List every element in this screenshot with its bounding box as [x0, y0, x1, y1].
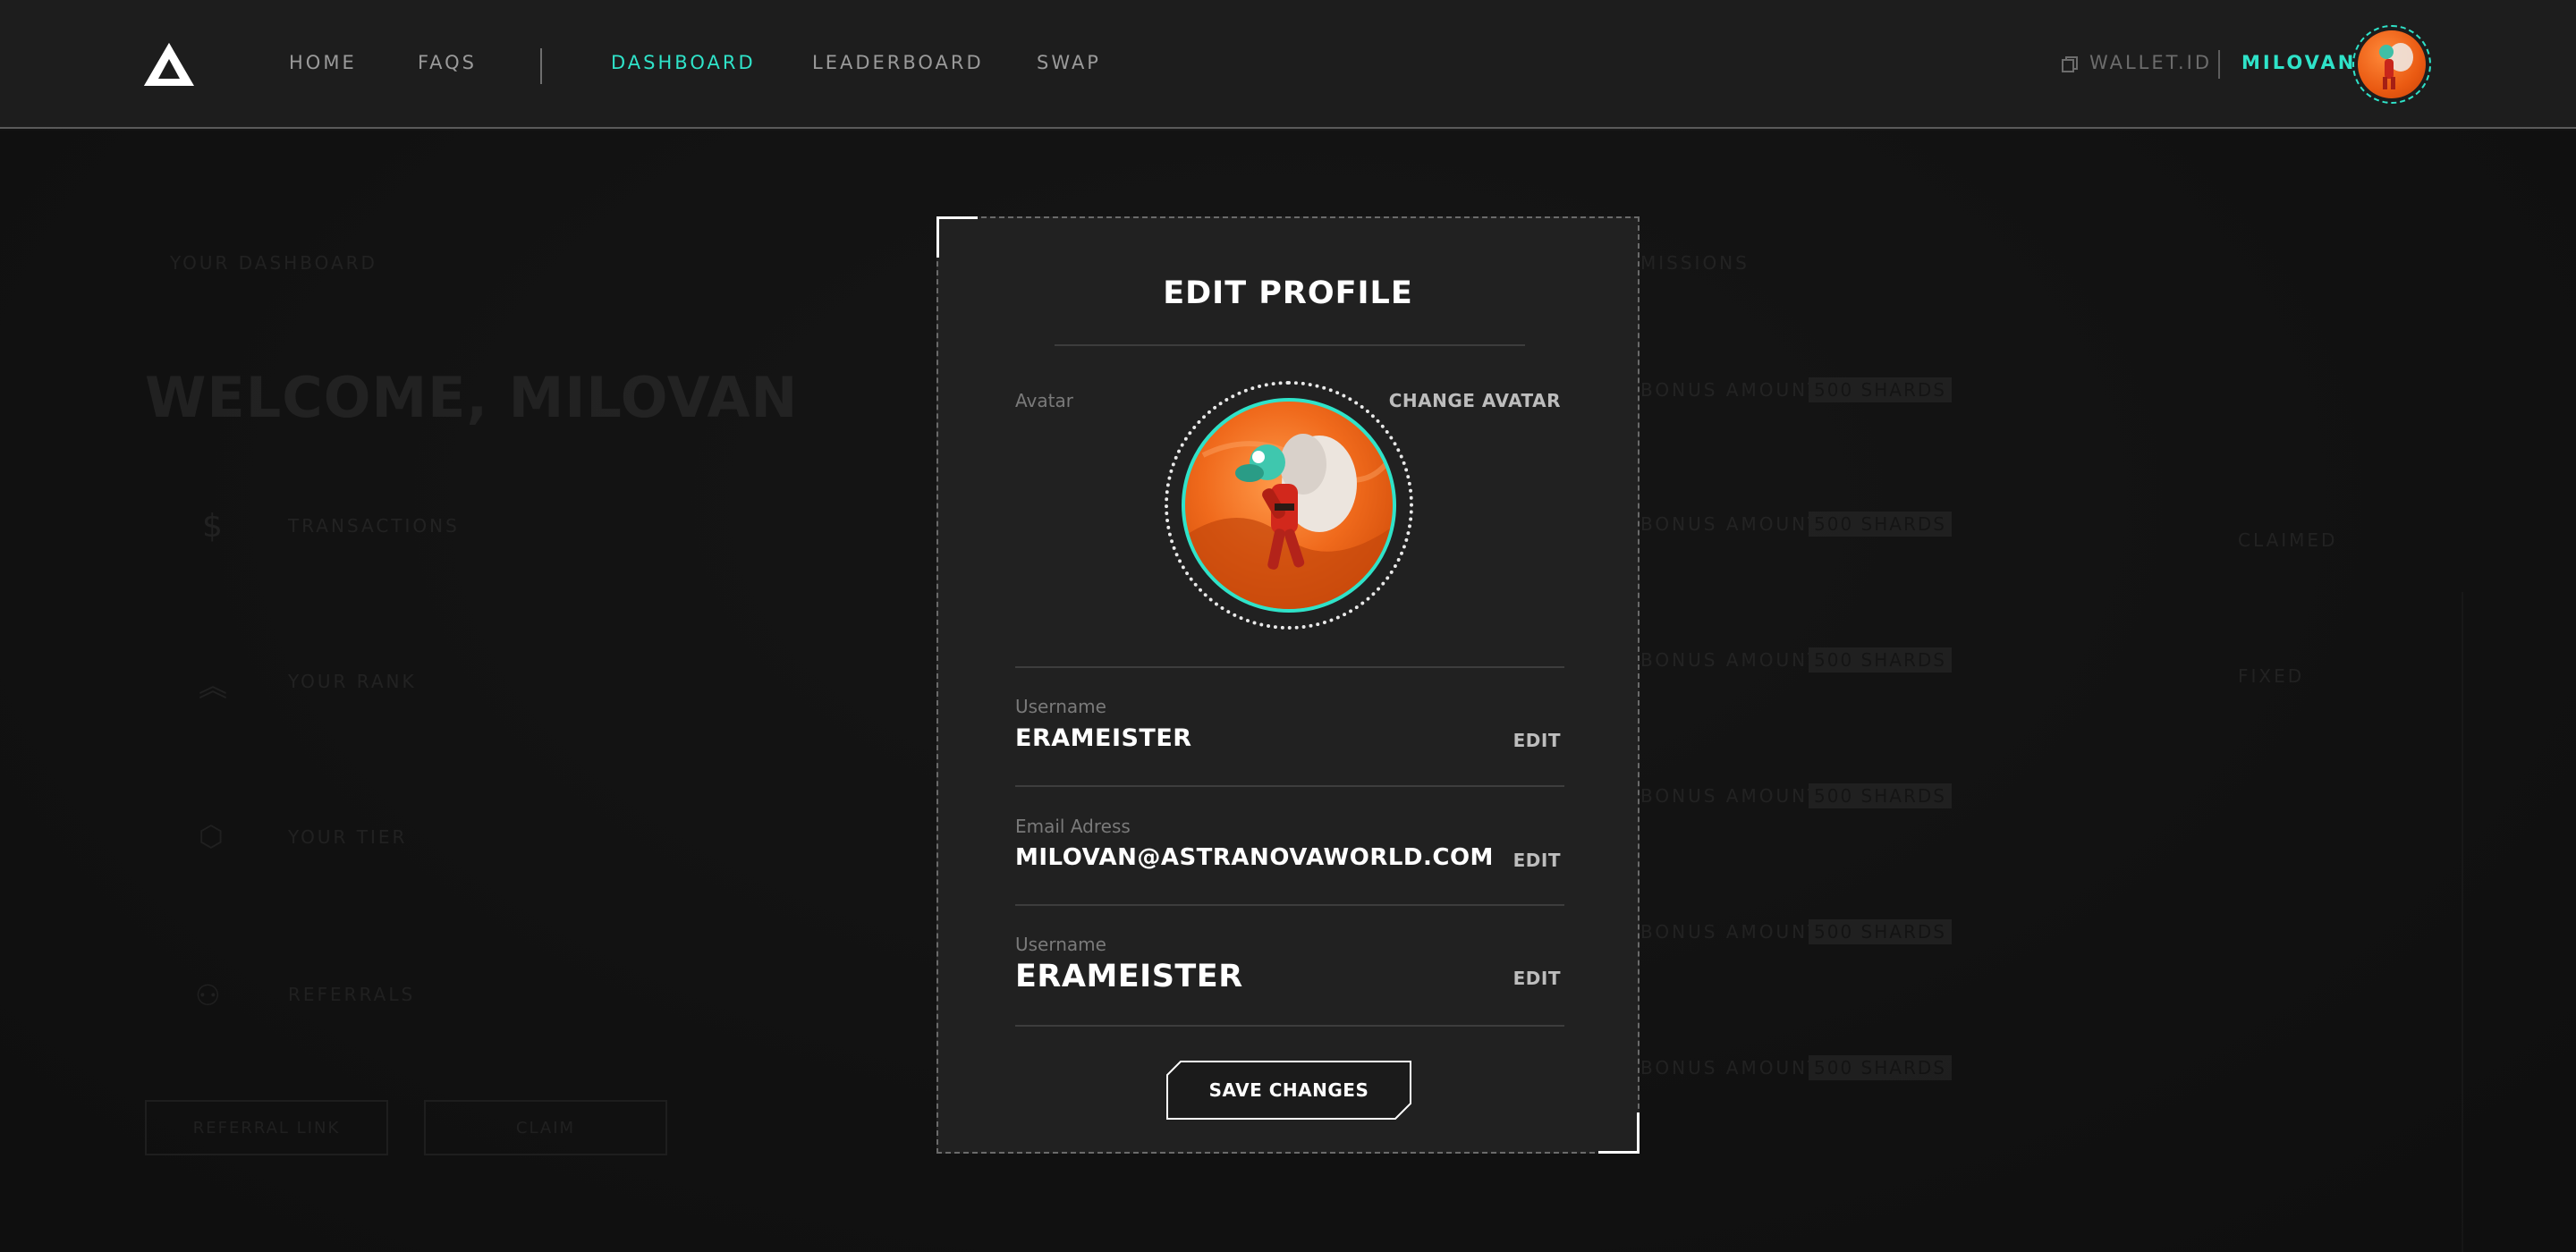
nav-link-leaderboard[interactable]: LEADERBOARD [812, 52, 984, 73]
user-divider [2218, 50, 2220, 79]
character-figure-icon [2379, 43, 2413, 89]
field-divider [1015, 785, 1564, 787]
wallet-id-label[interactable]: WALLET.ID [2089, 52, 2212, 73]
profile-avatar [1182, 398, 1396, 613]
change-avatar-button[interactable]: CHANGE AVATAR [1389, 390, 1561, 411]
username-label: Username [1015, 934, 1106, 955]
avatar-divider [1015, 666, 1564, 668]
modal-title: EDIT PROFILE [1163, 275, 1413, 311]
field-divider [1015, 1025, 1564, 1027]
nav-link-swap[interactable]: SWAP [1037, 52, 1101, 73]
user-name[interactable]: MILOVAN [2241, 52, 2356, 73]
title-divider [1055, 344, 1525, 346]
corner-accent [936, 216, 978, 258]
edit-username-button[interactable]: EDIT [1513, 730, 1561, 751]
save-changes-button[interactable]: SAVE CHANGES [1166, 1061, 1411, 1120]
nav-link-home[interactable]: HOME [289, 52, 357, 73]
nav-link-dashboard[interactable]: DASHBOARD [611, 52, 756, 73]
username-value: ERAMEISTER [1015, 724, 1192, 752]
header-avatar[interactable] [2352, 25, 2431, 104]
avatar-image [2358, 30, 2426, 98]
edit-email-button[interactable]: EDIT [1513, 850, 1561, 871]
avatar-label: Avatar [1015, 390, 1073, 411]
top-navigation-bar: HOME FAQS DASHBOARD LEADERBOARD SWAP WAL… [0, 0, 2576, 129]
edit-username-button[interactable]: EDIT [1513, 968, 1561, 989]
corner-accent [1598, 1112, 1640, 1154]
username-value: ERAMEISTER [1015, 959, 1243, 994]
email-label: Email Adress [1015, 816, 1131, 837]
nav-link-faqs[interactable]: FAQS [418, 52, 477, 73]
avatar-ring[interactable] [1165, 381, 1413, 630]
email-value: MILOVAN@ASTRANOVAWORLD.COM [1015, 844, 1494, 871]
edit-profile-modal: EDIT PROFILE Avatar CHANGE AVATAR Userna… [936, 216, 1640, 1154]
username-label: Username [1015, 696, 1106, 717]
character-figure-icon [1185, 434, 1393, 609]
nav-divider [540, 48, 542, 84]
copy-icon[interactable] [2061, 55, 2079, 73]
save-button-label: SAVE CHANGES [1208, 1079, 1369, 1101]
brand-logo-icon[interactable] [143, 41, 195, 88]
field-divider [1015, 904, 1564, 906]
